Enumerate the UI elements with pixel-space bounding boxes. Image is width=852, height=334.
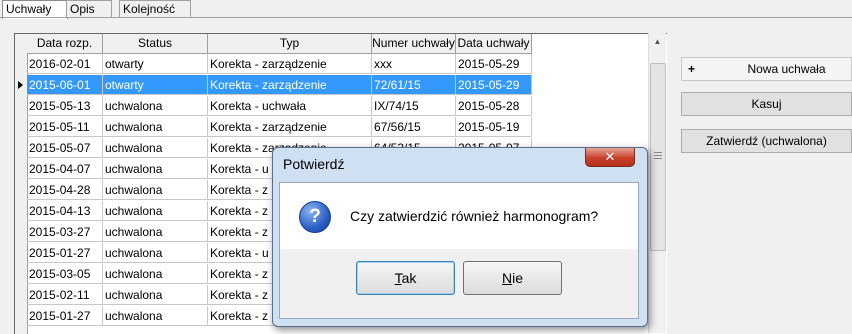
table-cell[interactable]: xxx [372,54,456,74]
table-cell[interactable]: uchwalona [103,180,208,200]
table-cell[interactable]: Korekta - zarządzenie [208,54,372,74]
dialog-body: ? Czy zatwierdzić również harmonogram? T… [279,182,639,319]
table-cell[interactable]: 2015-05-19 [456,117,532,137]
table-cell[interactable]: uchwalona [103,285,208,305]
table-row[interactable]: 2015-05-11 uchwalona Korekta - zarządzenie… [15,117,545,138]
table-cell[interactable]: 2015-05-07 [27,138,103,158]
no-button[interactable]: Nie [463,261,562,295]
column-header-status[interactable]: Status [103,34,208,54]
row-indicator[interactable] [15,96,27,117]
delete-button[interactable]: Kasuj [681,92,852,116]
table-cell[interactable]: uchwalona [103,306,208,326]
table-cell[interactable]: 2015-03-05 [27,264,103,284]
confirm-dialog: Potwierdź ✕ ? Czy zatwierdzić również ha… [272,147,648,327]
dialog-message: Czy zatwierdzić również harmonogram? [350,208,599,224]
table-cell[interactable]: uchwalona [103,264,208,284]
table-cell[interactable]: 2015-04-07 [27,159,103,179]
table-cell[interactable]: 2015-05-28 [456,96,532,116]
yes-accelerator: T [394,270,402,286]
row-indicator[interactable] [15,159,27,180]
row-indicator[interactable] [15,201,27,222]
table-cell[interactable]: 2015-04-28 [27,180,103,200]
table-cell[interactable]: Korekta - zarządzenie [208,117,372,137]
grid-vertical-scrollbar[interactable]: ▲ [648,33,666,333]
row-indicator[interactable] [15,180,27,201]
column-header-start-date[interactable]: Data rozp. [27,34,103,54]
table-cell[interactable]: Korekta - zarządzenie [208,75,372,95]
row-indicator[interactable] [15,138,27,159]
scroll-up-icon[interactable]: ▲ [649,33,666,50]
table-cell[interactable]: 2015-02-11 [27,285,103,305]
table-cell[interactable]: Korekta - uchwała [208,96,372,116]
table-cell[interactable]: uchwalona [103,138,208,158]
table-cell[interactable]: uchwalona [103,243,208,263]
no-label-rest: ie [512,270,524,286]
close-icon[interactable]: ✕ [585,148,635,167]
table-cell[interactable]: 2015-06-01 [27,75,103,95]
table-cell[interactable]: 72/61/15 [372,75,456,95]
row-indicator[interactable] [15,222,27,243]
table-cell[interactable]: IX/74/15 [372,96,456,116]
scrollbar-thumb[interactable] [650,63,666,251]
table-cell[interactable]: 2015-03-27 [27,222,103,242]
current-row-arrow-icon [18,81,23,89]
table-row[interactable]: 2015-05-13 uchwalona Korekta - uchwała IX/7… [15,96,545,117]
new-resolution-label: Nowa uchwała [747,62,826,76]
plus-icon: + [688,62,696,76]
table-cell[interactable]: otwarty [103,54,208,74]
row-indicator[interactable] [15,117,27,138]
table-cell[interactable]: uchwalona [103,117,208,137]
row-indicator[interactable] [15,285,27,306]
tab-divider [0,17,852,18]
table-cell[interactable]: 2015-05-29 [456,75,532,95]
table-cell[interactable]: 2015-05-11 [27,117,103,137]
table-cell[interactable]: uchwalona [103,96,208,116]
approve-button[interactable]: Zatwierdź (uchwalona) [681,129,852,153]
row-indicator[interactable] [15,306,27,327]
row-indicator[interactable] [15,264,27,285]
yes-label-rest: ak [401,270,417,286]
table-cell[interactable]: 2015-05-29 [456,54,532,74]
column-header-type[interactable]: Typ [208,34,372,54]
no-accelerator: N [501,270,513,286]
table-row[interactable]: 2016-02-01 otwarty Korekta - zarządzenie xx… [15,54,545,75]
table-cell[interactable]: uchwalona [103,201,208,221]
column-header-resolution-number[interactable]: Numer uchwały [372,34,456,54]
dialog-message-area: ? Czy zatwierdzić również harmonogram? [280,183,638,249]
tab-bar: Uchwały Opis Kolejność [0,0,852,19]
table-cell[interactable]: 67/56/15 [372,117,456,137]
column-header-resolution-date[interactable]: Data uchwały [456,34,532,54]
table-cell[interactable]: 2015-04-13 [27,201,103,221]
table-row[interactable]: 2015-06-01 otwarty Korekta - zarządzenie 72… [15,75,545,96]
tab-kolejnosc[interactable]: Kolejność [119,0,191,18]
yes-button[interactable]: Tak [356,261,455,295]
row-indicator[interactable] [15,54,27,75]
table-cell[interactable]: 2015-01-27 [27,243,103,263]
question-icon: ? [299,201,331,233]
tab-opis[interactable]: Opis [66,0,112,18]
new-resolution-button[interactable]: + Nowa uchwała [681,57,852,81]
table-cell[interactable]: 2015-05-13 [27,96,103,116]
dialog-title: Potwierdź [283,156,345,172]
row-indicator[interactable] [15,75,27,96]
table-cell[interactable]: uchwalona [103,159,208,179]
row-indicator[interactable] [15,243,27,264]
table-cell[interactable]: otwarty [103,75,208,95]
table-cell[interactable]: uchwalona [103,222,208,242]
table-cell[interactable]: 2015-01-27 [27,306,103,326]
table-cell[interactable]: 2016-02-01 [27,54,103,74]
